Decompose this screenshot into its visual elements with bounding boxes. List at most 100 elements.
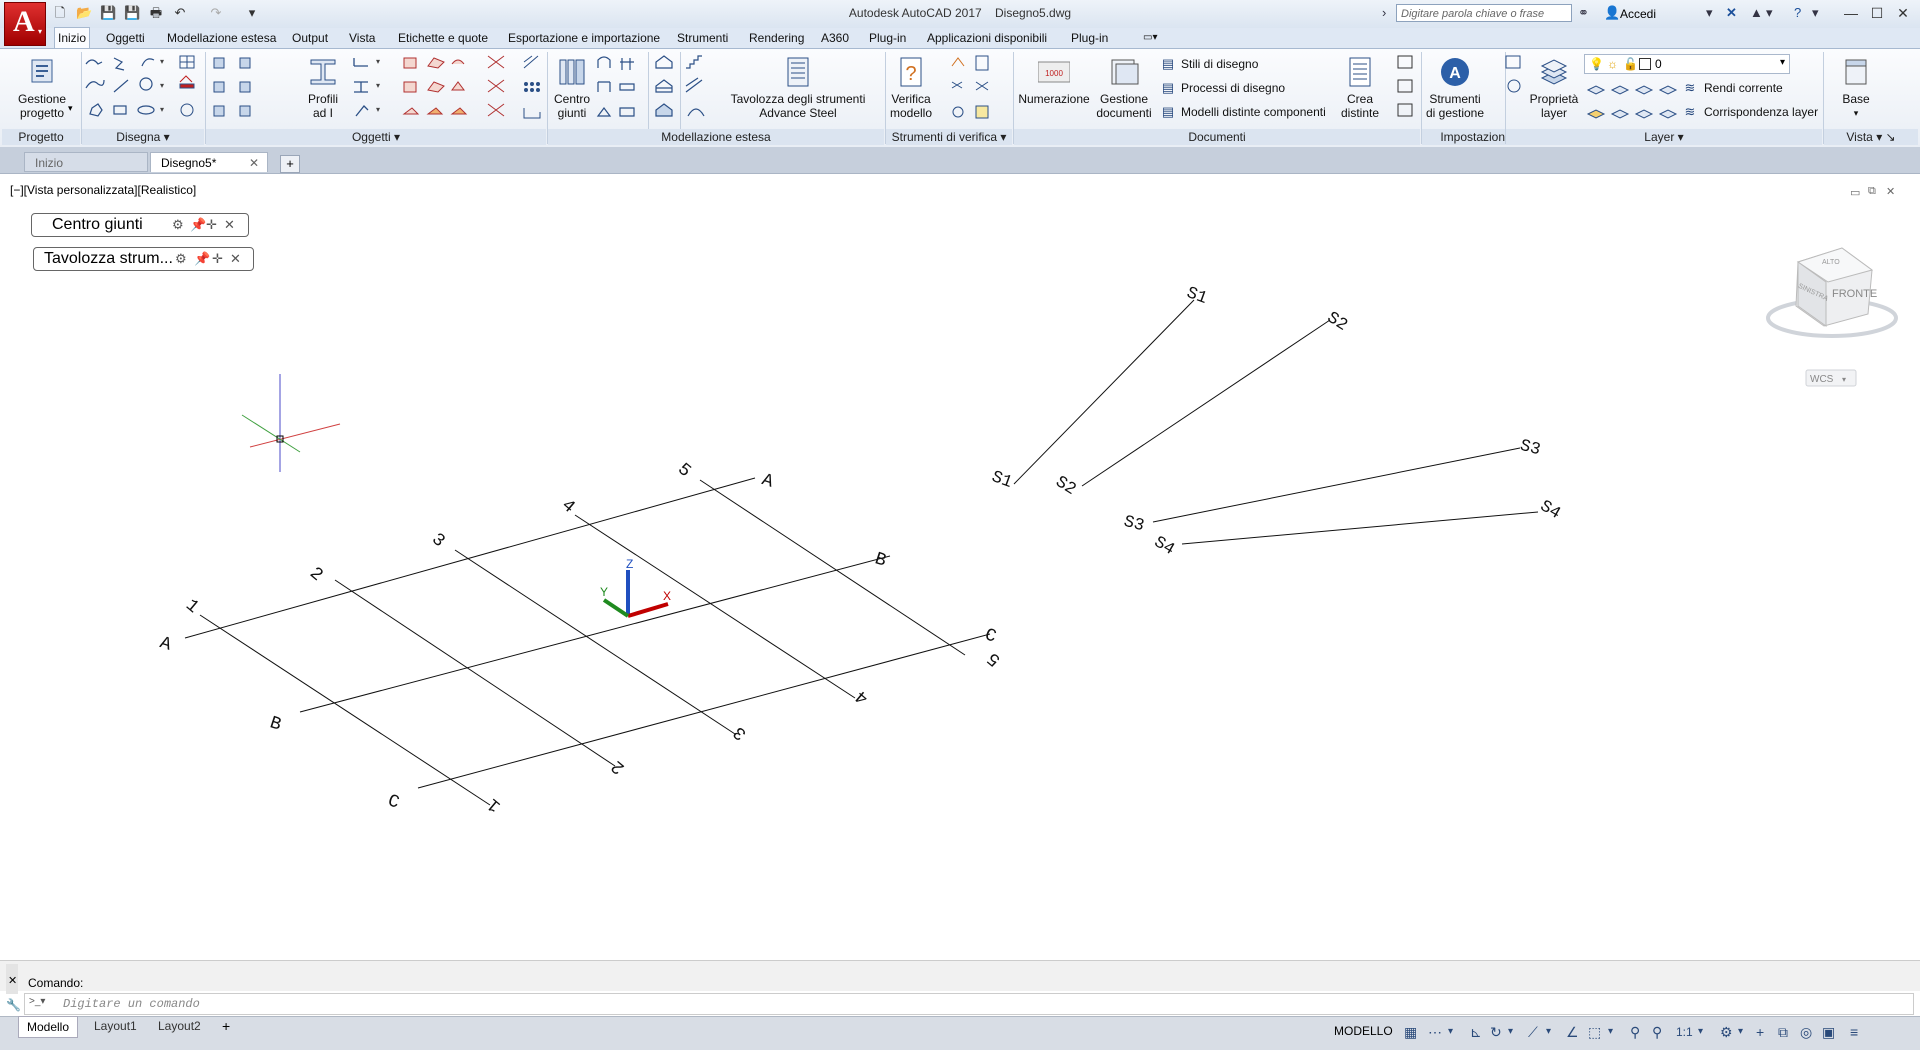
tab-strumenti[interactable]: Strumenti [674, 28, 731, 48]
model-check-button[interactable]: ? Verifica modello [884, 56, 938, 120]
svg-text:ALTO: ALTO [1822, 259, 1840, 266]
tab-plug-in[interactable]: Plug-in [866, 28, 909, 48]
chevron-down-icon[interactable]: ▾ [1698, 1024, 1703, 1040]
application-menu-button[interactable]: A ▾ [4, 2, 46, 46]
sign-in-link[interactable]: Accedi [1620, 7, 1656, 21]
panel-title-strumenti-di-verifica[interactable]: Strumenti di verifica ▾ [886, 129, 1012, 145]
drawing-canvas[interactable]: A B C A B C 1 2 3 4 5 1 2 3 4 5 S1 S1 S2… [0, 174, 1920, 960]
close-icon[interactable]: ✕ [249, 153, 259, 173]
object-snap-tracking-icon[interactable]: ∠ [1566, 1024, 1579, 1040]
viewcube[interactable]: FRONTE ALTO SINISTRA [1766, 247, 1898, 338]
wcs-dropdown[interactable]: WCS ▾ [1805, 369, 1857, 387]
create-bom-button[interactable]: Crea distinte [1336, 56, 1384, 120]
doc-tab-inizio[interactable]: Inizio [24, 152, 148, 172]
command-prompt-icon[interactable]: >_▾ [29, 996, 45, 1007]
drawing-processes-button[interactable]: Processi di disegno [1181, 80, 1285, 96]
chevron-down-icon[interactable]: ▾ [1766, 6, 1773, 20]
tab-inizio[interactable]: Inizio [54, 27, 91, 48]
binoculars-icon[interactable]: ⚭ [1578, 6, 1589, 20]
tab-a360[interactable]: A360 [818, 28, 852, 48]
tab-rendering[interactable]: Rendering [746, 28, 807, 48]
chevron-down-icon: ▾ [1779, 57, 1785, 68]
tab-vista[interactable]: Vista [346, 28, 378, 48]
isodraft-icon[interactable]: ⟋ [1528, 1024, 1538, 1040]
layout-tab-layout2[interactable]: Layout2 [150, 1016, 209, 1036]
tab-plug-in-2[interactable]: Plug-in [1068, 28, 1111, 48]
panel-title-oggetti[interactable]: Oggetti ▾ [206, 129, 546, 145]
chevron-down-icon[interactable]: ▾ [1812, 6, 1819, 20]
hardware-acceleration-icon[interactable]: ⧉ [1778, 1024, 1788, 1040]
clean-screen-icon[interactable]: ▣ [1822, 1024, 1835, 1040]
chevron-down-icon[interactable]: ▾ [1508, 1024, 1513, 1040]
chevron-down-icon[interactable]: ▾ [1608, 1024, 1613, 1040]
exchange-apps-icon[interactable]: ✕ [1726, 6, 1737, 20]
panel-title-documenti[interactable]: Documenti [1014, 129, 1420, 145]
crosshair-cursor [241, 374, 341, 472]
layer-dropdown[interactable]: 💡 ☼ 🔓 0 ▾ [1584, 54, 1790, 74]
auto-scale-icon[interactable]: ⚲ [1652, 1024, 1662, 1040]
panel-title-progetto[interactable]: Progetto [2, 129, 80, 145]
tab-output[interactable]: Output [289, 28, 331, 48]
chevron-down-icon[interactable]: ▾ [1448, 1024, 1453, 1040]
command-input[interactable]: >_▾ Digitare un comando [24, 993, 1914, 1015]
numbering-button[interactable]: 1000 Numerazione [1016, 56, 1092, 106]
search-input[interactable]: Digitare parola chiave o frase [1396, 4, 1572, 22]
snap-mode-icon[interactable]: ⋯ [1428, 1024, 1442, 1040]
document-manager-button[interactable]: Gestione documenti [1092, 56, 1156, 120]
bom-templates-button[interactable]: Modelli distinte componenti [1181, 104, 1326, 120]
joint-center-button[interactable]: Centro giunti [552, 56, 592, 120]
tab-applicazioni-disponibili[interactable]: Applicazioni disponibili [924, 28, 1050, 48]
annotation-scale-dropdown[interactable]: 1:1 [1676, 1024, 1693, 1040]
new-tab-button[interactable]: + [280, 155, 300, 173]
layer-properties-button[interactable]: Proprietà layer [1526, 56, 1582, 120]
user-icon[interactable]: 👤 [1604, 6, 1620, 20]
isolate-objects-icon[interactable]: ◎ [1800, 1024, 1812, 1040]
tab-oggetti[interactable]: Oggetti [103, 28, 148, 48]
minimize-window-button[interactable]: — [1840, 4, 1862, 22]
close-window-button[interactable]: ✕ [1892, 4, 1914, 22]
layer-color-swatch [1639, 58, 1651, 70]
annotation-visibility-icon[interactable]: ⚲ [1630, 1024, 1640, 1040]
base-view-button[interactable]: Base ▾ [1826, 56, 1886, 120]
tab-etichette-e-quote[interactable]: Etichette e quote [395, 28, 491, 48]
tab-esportazione-e-importazione[interactable]: Esportazione e importazione [505, 28, 663, 48]
make-current-button[interactable]: Rendi corrente [1704, 80, 1783, 96]
chevron-down-icon[interactable]: ▾ [1738, 1024, 1743, 1040]
grid-display-icon[interactable]: ▦ [1404, 1024, 1417, 1040]
chevron-down-icon[interactable]: ▾ [1546, 1024, 1551, 1040]
polar-tracking-icon[interactable]: ↻ [1490, 1024, 1502, 1040]
ribbon-options-icon[interactable]: ▭▾ [1140, 28, 1160, 48]
layer-stack-icon [1540, 59, 1568, 85]
panel-title-disegna[interactable]: Disegna ▾ [82, 129, 204, 145]
tool-palette-button[interactable]: Tavolozza degli strumenti Advance Steel [718, 56, 878, 120]
management-tools-button[interactable]: A Strumenti di gestione [1422, 56, 1488, 120]
layout-tab-modello[interactable]: Modello [18, 1016, 79, 1038]
help-icon[interactable]: ? [1794, 6, 1801, 20]
doc-tab-disegno5[interactable]: Disegno5* ✕ [150, 152, 268, 172]
add-icon[interactable]: + [1756, 1024, 1764, 1040]
object-snap-icon[interactable]: ⬚ [1588, 1024, 1601, 1040]
match-layer-button[interactable]: Corrispondenza layer [1704, 104, 1818, 120]
project-manager-button[interactable]: Gestione progetto [10, 56, 74, 120]
drawing-styles-button[interactable]: Stili di disegno [1181, 56, 1258, 72]
layout-tab-layout1[interactable]: Layout1 [86, 1016, 145, 1036]
draw-tools-group: ▾ ▾ ▾ [84, 54, 204, 126]
a360-icon[interactable]: ▲ [1750, 6, 1763, 20]
restore-window-button[interactable]: ☐ [1866, 4, 1888, 22]
base-view-icon [1845, 59, 1867, 85]
gear-icon[interactable]: ⚙ [1720, 1024, 1733, 1040]
tab-modellazione-estesa[interactable]: Modellazione estesa [164, 28, 279, 48]
chevron-down-icon[interactable]: ▾ [1706, 6, 1713, 20]
chevron-down-icon[interactable]: ▾ [68, 103, 73, 114]
customization-menu-icon[interactable]: ≡ [1850, 1024, 1858, 1040]
ortho-mode-icon[interactable]: ⊾ [1470, 1024, 1482, 1040]
i-profiles-button[interactable]: Profili ad I [300, 56, 346, 120]
chevron-right-icon[interactable]: › [1382, 6, 1386, 20]
wrench-icon[interactable]: 🔧 [6, 998, 21, 1012]
panel-title-vista[interactable]: Vista ▾ ↘ [1824, 129, 1918, 145]
panel-title-layer[interactable]: Layer ▾ [1506, 129, 1822, 145]
panel-title-modellazione-estesa[interactable]: Modellazione estesa [548, 129, 884, 145]
add-layout-button[interactable]: + [214, 1016, 238, 1036]
model-space-toggle[interactable]: MODELLO [1334, 1024, 1393, 1038]
close-icon[interactable]: ✕ [8, 974, 17, 987]
